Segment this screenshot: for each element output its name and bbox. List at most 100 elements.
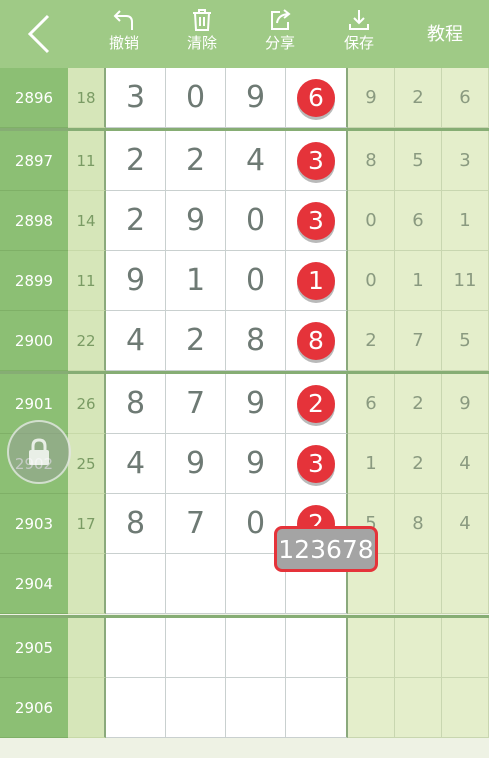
- issue-number: 2903: [0, 494, 68, 554]
- undo-label: 撤销: [108, 34, 139, 52]
- digit-cell-1[interactable]: 3: [106, 68, 166, 128]
- highlight-ball: 2: [297, 384, 335, 423]
- stat-cell-2: 2: [395, 434, 442, 494]
- digit-cell-4[interactable]: 2: [286, 374, 348, 434]
- digit-cell-4[interactable]: [286, 678, 348, 738]
- save-label: 保存: [343, 34, 374, 52]
- digit-cell-3[interactable]: 4: [226, 131, 286, 191]
- undo-icon: [113, 10, 133, 30]
- digit-cell-3[interactable]: 0: [226, 191, 286, 251]
- sum-value: 17: [68, 494, 106, 554]
- number-input-display[interactable]: 123678: [274, 526, 378, 572]
- digit-cell-4[interactable]: 1: [286, 251, 348, 311]
- digit-cell-3[interactable]: 9: [226, 374, 286, 434]
- digit-cell-4[interactable]: 3: [286, 434, 348, 494]
- stat-cell-2: 1: [395, 251, 442, 311]
- digit-cell-2[interactable]: 2: [166, 311, 226, 371]
- stat-cell-3: [442, 618, 489, 678]
- digit-cell-1[interactable]: 8: [106, 494, 166, 554]
- stat-cell-3: 4: [442, 434, 489, 494]
- digit-cell-1[interactable]: [106, 554, 166, 614]
- digit-cell-3[interactable]: 0: [226, 251, 286, 311]
- highlight-ball: 6: [297, 78, 335, 117]
- digit-cell-4[interactable]: [286, 618, 348, 678]
- stat-cell-3: 11: [442, 251, 489, 311]
- digit-cell-4[interactable]: 3: [286, 191, 348, 251]
- digit-cell-1[interactable]: 9: [106, 251, 166, 311]
- stat-cell-3: 1: [442, 191, 489, 251]
- stat-cell-3: 3: [442, 131, 489, 191]
- share-button[interactable]: 分享: [248, 8, 312, 60]
- highlight-ball: 3: [297, 141, 335, 180]
- digit-cell-2[interactable]: [166, 618, 226, 678]
- digit-cell-2[interactable]: 1: [166, 251, 226, 311]
- stat-cell-1: 1: [348, 434, 395, 494]
- stat-cell-2: 2: [395, 68, 442, 128]
- digit-cell-2[interactable]: 2: [166, 131, 226, 191]
- digit-cell-1[interactable]: 2: [106, 131, 166, 191]
- digit-cell-3[interactable]: [226, 618, 286, 678]
- digit-cell-1[interactable]: 4: [106, 434, 166, 494]
- row-2896: 2896 18 3 0 9 6 9 2 6: [0, 68, 489, 128]
- save-button[interactable]: 保存: [327, 8, 391, 60]
- stat-cell-1: 0: [348, 191, 395, 251]
- highlight-ball: 3: [297, 444, 335, 483]
- row-2902: 2902254993124: [0, 434, 489, 494]
- issue-number: 2898: [0, 191, 68, 251]
- back-button[interactable]: [18, 12, 62, 56]
- issue-number: 2900: [0, 311, 68, 371]
- sum-value: 25: [68, 434, 106, 494]
- digit-cell-2[interactable]: [166, 678, 226, 738]
- sum-value: 14: [68, 191, 106, 251]
- row-2898: 2898 14 2 9 0 3 0 6 1: [0, 191, 489, 251]
- stat-cell-2: 8: [395, 494, 442, 554]
- sum-value: [68, 554, 106, 614]
- issue-number: 2899: [0, 251, 68, 311]
- digit-cell-1[interactable]: 2: [106, 191, 166, 251]
- stat-cell-2: [395, 678, 442, 738]
- trend-grid: 2895201511028961830969262897112243853289…: [0, 68, 489, 758]
- row-2904: 2904: [0, 554, 489, 614]
- digit-cell-4[interactable]: 3: [286, 131, 348, 191]
- stat-cell-3: 6: [442, 68, 489, 128]
- digit-cell-4[interactable]: 6: [286, 68, 348, 128]
- digit-cell-4[interactable]: 8: [286, 311, 348, 371]
- row-2897: 2897 11 2 2 4 3 8 5 3: [0, 131, 489, 191]
- issue-number: 2905: [0, 618, 68, 678]
- digit-cell-1[interactable]: [106, 678, 166, 738]
- clear-button[interactable]: 清除: [170, 8, 234, 60]
- digit-cell-2[interactable]: [166, 554, 226, 614]
- stat-cell-2: 5: [395, 131, 442, 191]
- sum-value: 22: [68, 311, 106, 371]
- highlight-ball: 8: [297, 321, 335, 360]
- sum-value: 11: [68, 131, 106, 191]
- download-icon: [349, 10, 369, 30]
- stat-cell-1: 0: [348, 251, 395, 311]
- issue-number: 2906: [0, 678, 68, 738]
- digit-cell-1[interactable]: [106, 618, 166, 678]
- issue-number: 2904: [0, 554, 68, 614]
- digit-cell-3[interactable]: [226, 678, 286, 738]
- digit-cell-2[interactable]: 7: [166, 494, 226, 554]
- stat-cell-1: 9: [348, 68, 395, 128]
- digit-cell-3[interactable]: 8: [226, 311, 286, 371]
- row-2900: 2900 22 4 2 8 8 2 7 5: [0, 311, 489, 371]
- digit-cell-2[interactable]: 9: [166, 434, 226, 494]
- tutorial-button[interactable]: 教程: [427, 20, 463, 46]
- digit-cell-1[interactable]: 4: [106, 311, 166, 371]
- toolbar: 撤销 清除 分享 保存 教程: [0, 0, 489, 68]
- digit-cell-3[interactable]: 9: [226, 434, 286, 494]
- lock-button[interactable]: [7, 420, 71, 484]
- digit-cell-2[interactable]: 9: [166, 191, 226, 251]
- digit-cell-1[interactable]: 8: [106, 374, 166, 434]
- share-label: 分享: [264, 34, 295, 52]
- share-icon: [271, 9, 291, 30]
- stat-cell-2: 2: [395, 374, 442, 434]
- digit-cell-3[interactable]: 9: [226, 68, 286, 128]
- sum-value: 26: [68, 374, 106, 434]
- stat-cell-1: [348, 618, 395, 678]
- digit-cell-2[interactable]: 7: [166, 374, 226, 434]
- digit-cell-2[interactable]: 0: [166, 68, 226, 128]
- undo-button[interactable]: 撤销: [92, 8, 156, 60]
- row-2905: 2905: [0, 618, 489, 678]
